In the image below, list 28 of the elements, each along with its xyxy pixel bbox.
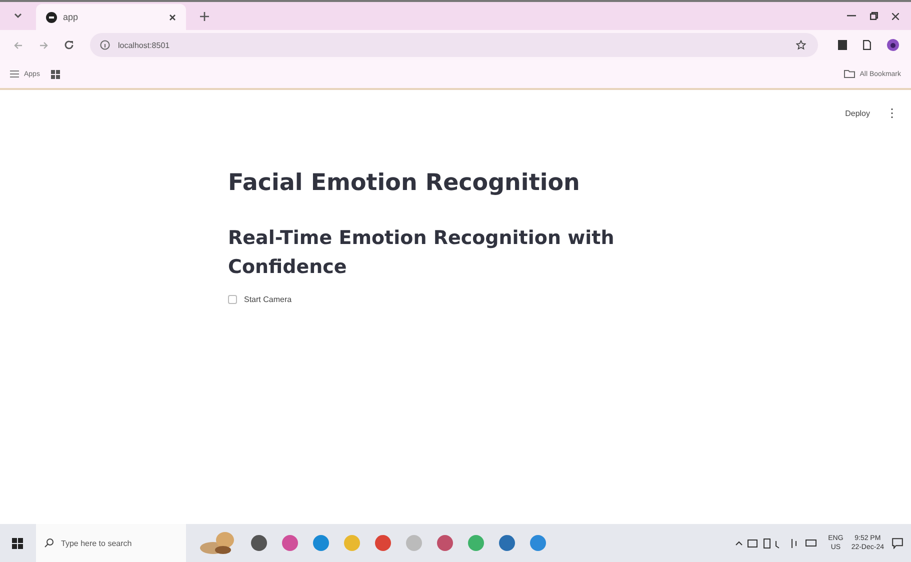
deploy-button[interactable]: Deploy [842, 106, 873, 120]
menu-button[interactable]: ⋮ [883, 104, 901, 122]
close-icon[interactable] [892, 12, 899, 20]
start-camera-checkbox[interactable]: Start Camera [228, 295, 628, 304]
tab-list-icon[interactable] [14, 13, 22, 19]
profile-icon[interactable] [887, 39, 899, 51]
checkbox-label: Start Camera [244, 295, 292, 304]
apps-grid-icon[interactable] [10, 70, 19, 78]
reload-icon[interactable] [64, 40, 74, 50]
restore-icon[interactable] [870, 12, 878, 20]
search-icon [44, 538, 54, 548]
new-tab-icon[interactable] [200, 12, 209, 20]
checkbox-square[interactable] [228, 295, 237, 304]
widget-drawing[interactable] [199, 530, 237, 556]
page-icon[interactable] [863, 40, 871, 50]
page-title: Facial Emotion Recognition [228, 170, 581, 196]
app-favicon-icon [46, 12, 57, 22]
star-icon[interactable] [796, 40, 806, 50]
grid-icon[interactable] [50, 70, 60, 78]
close-icon[interactable] [169, 14, 176, 20]
minimize-icon[interactable] [847, 15, 856, 17]
info-icon [100, 40, 110, 50]
windows-start-icon[interactable] [12, 538, 23, 548]
browser-tab[interactable]: app [36, 4, 186, 30]
notification-icon[interactable] [892, 538, 903, 548]
taskbar-search-field[interactable]: Type here to search [36, 524, 186, 562]
page-subtitle: Real-Time Emotion Recognition with Confidence [228, 226, 616, 280]
address-bar[interactable]: localhost:8501 [90, 33, 818, 57]
